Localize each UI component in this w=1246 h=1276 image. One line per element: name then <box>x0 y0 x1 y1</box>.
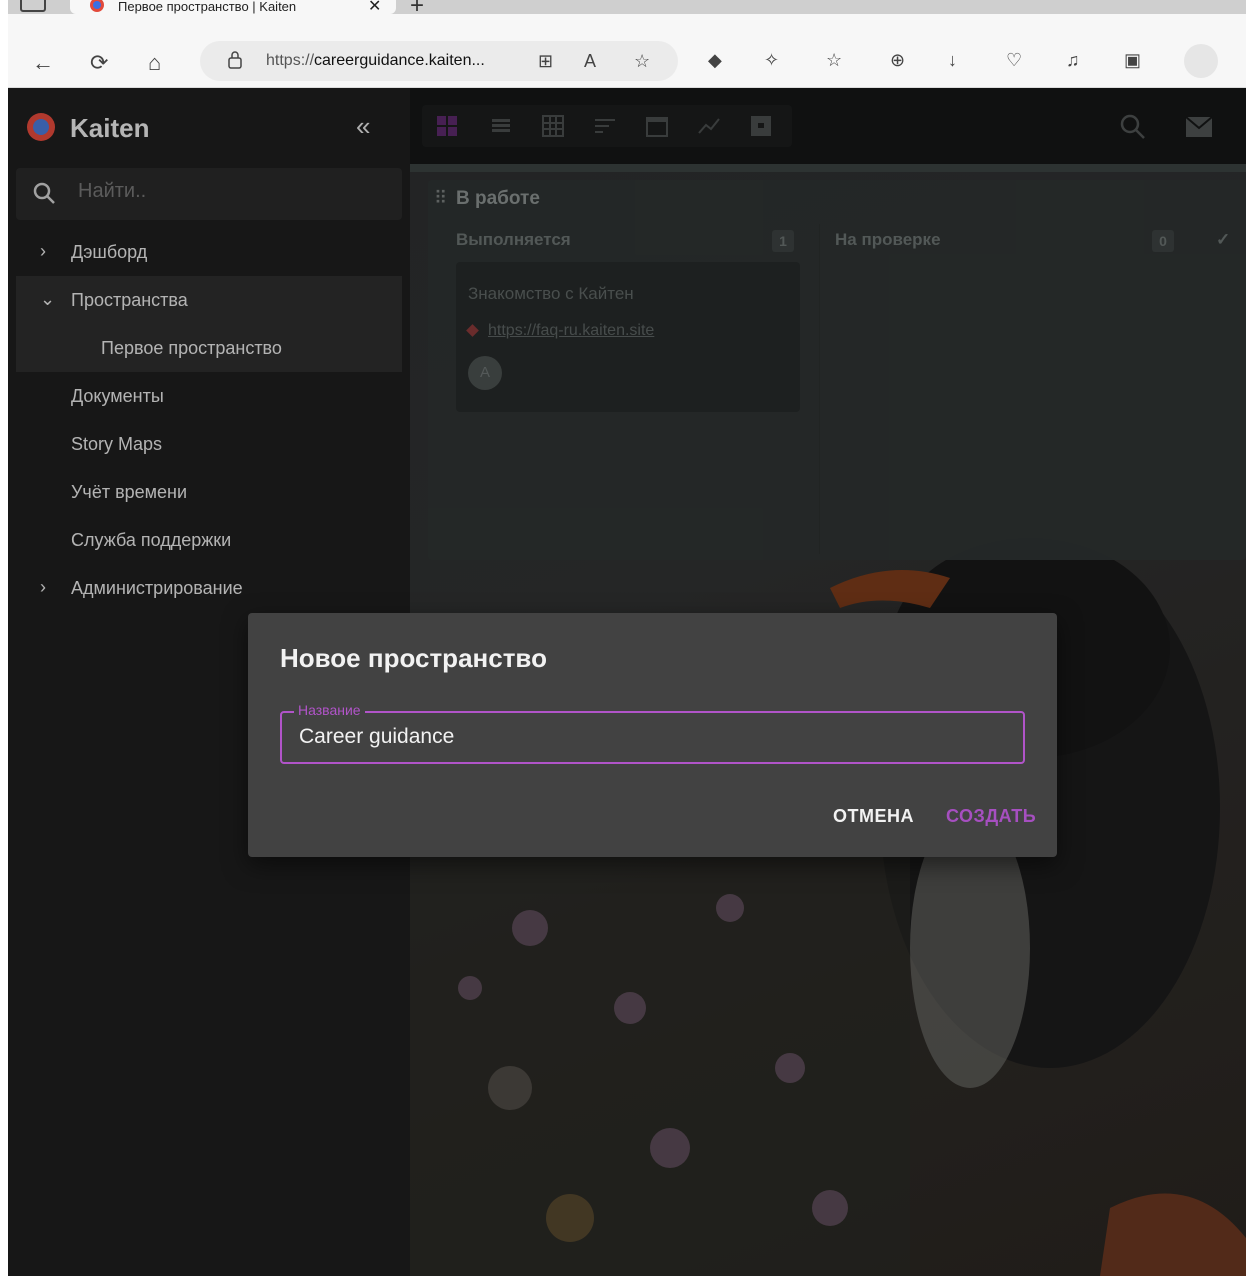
downloads-icon[interactable]: ↓ <box>948 50 957 71</box>
favorites-icon[interactable]: ☆ <box>826 50 842 71</box>
create-button[interactable]: СОЗДАТЬ <box>946 806 1036 827</box>
app-available-icon[interactable]: ⊞ <box>538 51 553 72</box>
dialog-title: Новое пространство <box>280 643 547 673</box>
url-text: https://careerguidance.kaiten... <box>266 52 485 70</box>
back-icon[interactable]: ← <box>32 50 54 76</box>
kaiten-favicon-icon <box>90 0 104 12</box>
space-name-input[interactable] <box>299 725 999 749</box>
url-scheme: https:// <box>266 52 315 69</box>
profile-avatar[interactable] <box>1184 44 1218 78</box>
health-icon[interactable]: ♡ <box>1006 50 1022 71</box>
tab-close-icon[interactable]: ✕ <box>368 0 381 14</box>
add-favorite-icon[interactable]: ☆ <box>634 51 650 72</box>
math-solver-icon[interactable]: ▣ <box>1124 50 1141 71</box>
url-field[interactable]: https://careerguidance.kaiten... ⊞ A ☆ <box>200 41 678 81</box>
tab-actions-icon[interactable] <box>20 0 46 12</box>
space-name-field[interactable]: Название <box>280 702 1025 764</box>
refresh-icon[interactable]: ⟳ <box>90 50 108 76</box>
notifications-icon[interactable]: ♫ <box>1066 50 1080 71</box>
collections-icon[interactable]: ⊕ <box>890 50 905 71</box>
browser-tab[interactable]: Первое пространство | Kaiten ✕ <box>70 0 396 14</box>
new-space-dialog: Новое пространство Название ОТМЕНА СОЗДА… <box>248 613 1057 857</box>
extensions-icon[interactable]: ✧ <box>764 50 779 71</box>
field-label: Название <box>294 702 365 718</box>
lock-icon <box>228 51 242 69</box>
address-bar: ← ⟳ ⌂ https://careerguidance.kaiten... ⊞… <box>8 14 1246 88</box>
home-icon[interactable]: ⌂ <box>148 50 161 76</box>
url-host: careerguidance.kaiten... <box>314 52 485 69</box>
browser-window: Первое пространство | Kaiten ✕ + ← ⟳ ⌂ h… <box>8 0 1246 1276</box>
tab-bar: Первое пространство | Kaiten ✕ + <box>8 0 1246 14</box>
extension-icon[interactable]: ◆ <box>708 50 722 71</box>
tab-title: Первое пространство | Kaiten <box>118 0 297 14</box>
read-aloud-icon[interactable]: A <box>584 51 596 72</box>
new-tab-button[interactable]: + <box>410 0 424 14</box>
cancel-button[interactable]: ОТМЕНА <box>833 806 914 827</box>
